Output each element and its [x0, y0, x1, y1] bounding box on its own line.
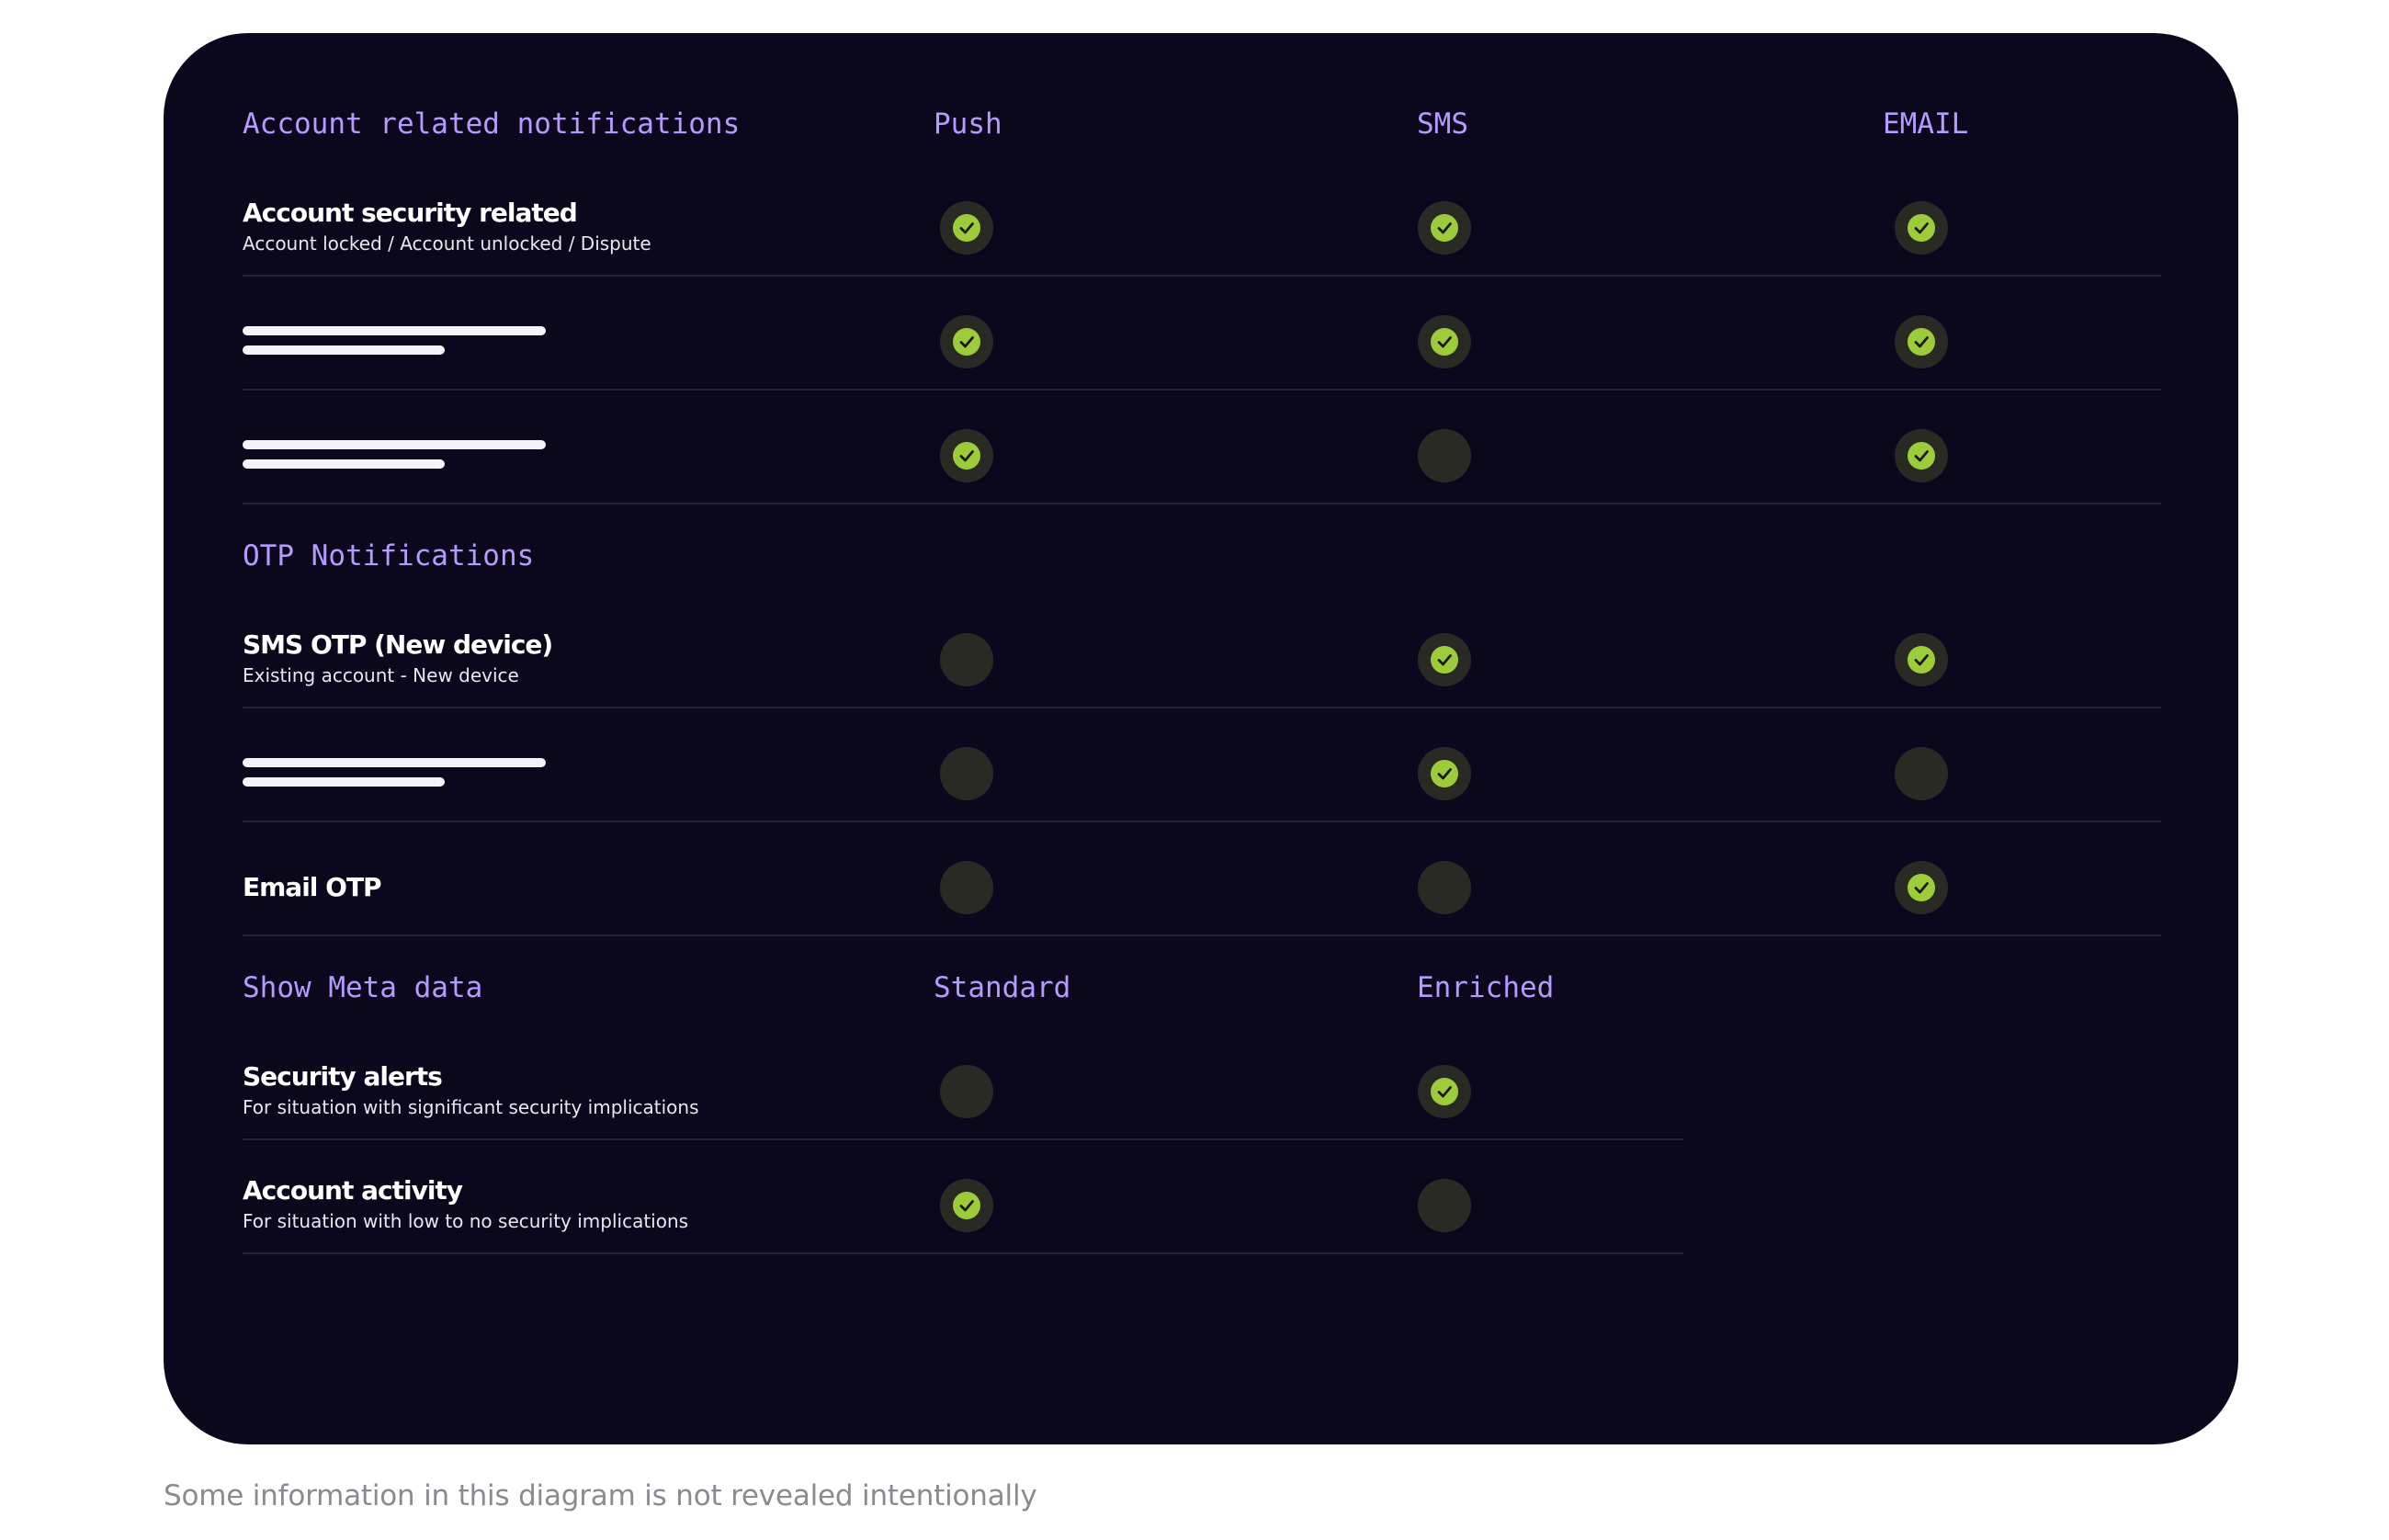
- row-divider: [243, 389, 2161, 391]
- column-header-push: Push: [934, 108, 1002, 141]
- section-header-otp: OTP Notifications: [243, 539, 535, 572]
- footnote-caption: Some information in this diagram is not …: [164, 1479, 1037, 1512]
- row-divider: [243, 934, 2161, 936]
- row-title: Account activity: [243, 1175, 463, 1206]
- check-toggle-enriched[interactable]: [1418, 1179, 1471, 1232]
- row-divider: [243, 503, 2161, 504]
- check-toggle-push[interactable]: [940, 429, 993, 482]
- check-toggle-push[interactable]: [940, 315, 993, 368]
- check-toggle-sms[interactable]: [1418, 201, 1471, 255]
- check-toggle-email[interactable]: [1895, 201, 1948, 255]
- check-toggle-sms[interactable]: [1418, 315, 1471, 368]
- row-divider: [243, 275, 2161, 277]
- check-circle-icon: [1908, 328, 1935, 356]
- check-circle-icon: [1431, 760, 1458, 787]
- row-subtitle: For situation with low to no security im…: [243, 1210, 689, 1232]
- row-title: Security alerts: [243, 1061, 443, 1092]
- row-divider: [243, 707, 2161, 708]
- check-toggle-push[interactable]: [940, 861, 993, 914]
- check-toggle-standard[interactable]: [940, 1065, 993, 1118]
- check-toggle-email[interactable]: [1895, 861, 1948, 914]
- row-subtitle: For situation with significant security …: [243, 1096, 699, 1118]
- check-toggle-sms[interactable]: [1418, 747, 1471, 800]
- row-divider: [243, 1252, 1683, 1254]
- section-header-meta: Show Meta data: [243, 971, 483, 1004]
- check-toggle-enriched[interactable]: [1418, 1065, 1471, 1118]
- column-header-enriched: Enriched: [1417, 971, 1555, 1004]
- redacted-subtitle-bar: [243, 459, 445, 469]
- check-circle-icon: [1431, 646, 1458, 674]
- check-circle-icon: [1908, 874, 1935, 901]
- check-toggle-sms[interactable]: [1418, 429, 1471, 482]
- redacted-subtitle-bar: [243, 345, 445, 355]
- check-circle-icon: [953, 214, 980, 242]
- check-toggle-push[interactable]: [940, 201, 993, 255]
- check-circle-icon: [953, 328, 980, 356]
- notification-settings-panel: Account related notifications Push SMS E…: [164, 33, 2238, 1444]
- check-circle-icon: [953, 1192, 980, 1219]
- check-circle-icon: [1431, 1078, 1458, 1105]
- check-circle-icon: [1908, 214, 1935, 242]
- row-divider: [243, 821, 2161, 822]
- row-subtitle: Existing account - New device: [243, 664, 519, 686]
- redacted-title-bar: [243, 758, 546, 767]
- row-title: SMS OTP (New device): [243, 629, 553, 660]
- check-circle-icon: [1431, 328, 1458, 356]
- check-toggle-push[interactable]: [940, 633, 993, 686]
- check-toggle-sms[interactable]: [1418, 861, 1471, 914]
- check-toggle-email[interactable]: [1895, 633, 1948, 686]
- check-circle-icon: [1431, 214, 1458, 242]
- redacted-title-bar: [243, 326, 546, 335]
- check-toggle-standard[interactable]: [940, 1179, 993, 1232]
- section-header-account: Account related notifications: [243, 108, 741, 141]
- redacted-title-bar: [243, 440, 546, 449]
- row-title: Account security related: [243, 198, 578, 228]
- column-header-sms: SMS: [1417, 108, 1468, 141]
- check-toggle-email[interactable]: [1895, 315, 1948, 368]
- check-toggle-push[interactable]: [940, 747, 993, 800]
- check-circle-icon: [1908, 646, 1935, 674]
- row-subtitle: Account locked / Account unlocked / Disp…: [243, 232, 651, 255]
- redacted-subtitle-bar: [243, 777, 445, 787]
- row-divider: [243, 1138, 1683, 1140]
- check-toggle-sms[interactable]: [1418, 633, 1471, 686]
- check-toggle-email[interactable]: [1895, 747, 1948, 800]
- check-circle-icon: [1908, 442, 1935, 470]
- column-header-standard: Standard: [934, 971, 1071, 1004]
- row-title: Email OTP: [243, 872, 382, 902]
- check-circle-icon: [953, 442, 980, 470]
- column-header-email: EMAIL: [1883, 108, 1969, 141]
- check-toggle-email[interactable]: [1895, 429, 1948, 482]
